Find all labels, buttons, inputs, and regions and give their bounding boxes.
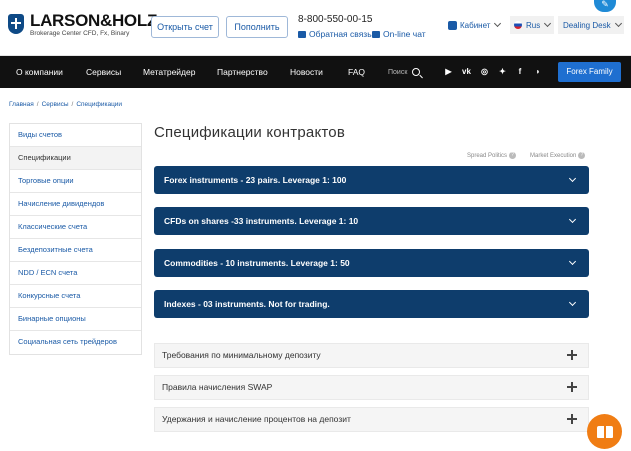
market-execution-link[interactable]: Market Execution ? — [530, 152, 586, 159]
accordion-title: Forex instruments - 23 pairs. Leverage 1… — [164, 175, 347, 185]
sidebar-item-binary-options[interactable]: Бинарные опционы — [10, 308, 141, 331]
brand-tagline: Brokerage Center CFD, Fx, Binary — [30, 30, 130, 37]
help-icon: ? — [578, 152, 586, 159]
search-input[interactable]: Поиск — [388, 56, 421, 88]
envelope-icon — [298, 30, 306, 38]
vk-icon[interactable]: vk — [461, 67, 472, 77]
search-icon[interactable] — [412, 68, 421, 76]
sidebar-item-classic-accounts[interactable]: Классические счета — [10, 216, 141, 239]
feedback-link[interactable]: Обратная связь — [298, 29, 372, 39]
sidebar-item-no-deposit-accounts[interactable]: Бездепозитные счета — [10, 239, 141, 262]
accordion-swap-rules[interactable]: Правила начисления SWAP — [154, 375, 589, 400]
sidebar-item-trading-options[interactable]: Торговые опции — [10, 170, 141, 193]
youtube-icon[interactable]: ▶ — [443, 67, 454, 77]
user-icon — [448, 20, 457, 30]
brand-name: LARSON&HOLZ — [30, 11, 158, 30]
chevron-down-icon — [494, 19, 502, 28]
breadcrumb-specifications[interactable]: Спецификации — [76, 101, 122, 108]
accordion-title: CFDs on shares -33 instruments. Leverage… — [164, 216, 359, 226]
chat-bubble-icon — [372, 30, 380, 38]
phone-number[interactable]: 8-800-550-00-15 — [298, 14, 373, 25]
sidebar-menu: Виды счетов Спецификации Торговые опции … — [9, 123, 142, 355]
accordion-commodities[interactable]: Commodities - 10 instruments. Leverage 1… — [154, 249, 589, 277]
nav-item-partnership[interactable]: Партнерство — [217, 56, 268, 88]
sidebar-item-ndd-ecn-accounts[interactable]: NDD / ECN счета — [10, 262, 141, 285]
nav-item-faq[interactable]: FAQ — [348, 56, 365, 88]
market-execution-label: Market Execution — [530, 152, 577, 159]
sidebar-item-account-types[interactable]: Виды счетов — [10, 124, 141, 147]
plus-icon — [567, 350, 577, 360]
chevron-down-icon — [568, 215, 577, 224]
feedback-label: Обратная связь — [309, 29, 372, 39]
accordion-title: Indexes - 03 instruments. Not for tradin… — [164, 299, 330, 309]
nav-item-services[interactable]: Сервисы — [86, 56, 121, 88]
dealing-desk-dropdown[interactable]: Dealing Desk — [558, 16, 624, 34]
help-icon: ? — [509, 152, 517, 159]
sidebar-item-dividends[interactable]: Начисление дивидендов — [10, 193, 141, 216]
chevron-down-icon — [544, 19, 552, 28]
nav-item-metatrader[interactable]: Метатрейдер — [143, 56, 195, 88]
cabinet-label: Кабинет — [460, 20, 491, 30]
sidebar-item-contest-accounts[interactable]: Конкурсные счета — [10, 285, 141, 308]
brand-logo[interactable]: LARSON&HOLZ Brokerage Center CFD, Fx, Bi… — [8, 12, 157, 38]
rss-icon[interactable]: ◗ — [533, 67, 543, 77]
accordion-title: Удержания и начисление процентов на депо… — [162, 414, 351, 424]
book-icon — [596, 425, 613, 438]
chevron-down-icon — [568, 257, 577, 266]
accordion-min-deposit[interactable]: Требования по минимальному депозиту — [154, 343, 589, 368]
twitter-icon[interactable]: ✦ — [497, 67, 508, 77]
chevron-down-icon — [568, 298, 577, 307]
forex-family-button[interactable]: Forex Family — [558, 62, 621, 82]
sidebar-item-social-network[interactable]: Социальная сеть трейдеров — [10, 331, 141, 354]
accordion-cfd-shares[interactable]: CFDs on shares -33 instruments. Leverage… — [154, 207, 589, 235]
accordion-indexes[interactable]: Indexes - 03 instruments. Not for tradin… — [154, 290, 589, 318]
breadcrumb-home[interactable]: Главная — [9, 101, 34, 108]
open-account-button[interactable]: Открыть счет — [151, 16, 219, 38]
pencil-icon[interactable]: ✎ — [594, 0, 616, 12]
chevron-down-icon — [568, 174, 577, 183]
accordion-forex-instruments[interactable]: Forex instruments - 23 pairs. Leverage 1… — [154, 166, 589, 194]
accordion-title: Правила начисления SWAP — [162, 382, 273, 392]
main-nav: О компании Сервисы Метатрейдер Партнерст… — [0, 56, 631, 88]
breadcrumb-services[interactable]: Сервисы — [42, 101, 69, 108]
spread-politics-link[interactable]: Spread Politics ? — [467, 152, 517, 159]
instagram-icon[interactable]: ◎ — [479, 67, 490, 77]
fund-account-button[interactable]: Пополнить — [226, 16, 288, 38]
plus-icon — [567, 382, 577, 392]
language-select[interactable]: Rus — [510, 16, 554, 34]
search-placeholder: Поиск — [388, 68, 408, 76]
accordion-title: Commodities - 10 instruments. Leverage 1… — [164, 258, 350, 268]
dealing-desk-label: Dealing Desk — [563, 20, 611, 30]
russia-flag-icon — [514, 21, 522, 29]
site-header: LARSON&HOLZ Brokerage Center CFD, Fx, Bi… — [0, 0, 631, 56]
nav-item-news[interactable]: Новости — [290, 56, 323, 88]
plus-icon — [567, 414, 577, 424]
chevron-down-icon — [614, 19, 622, 28]
accordion-deposit-interest[interactable]: Удержания и начисление процентов на депо… — [154, 407, 589, 432]
sidebar-item-specifications[interactable]: Спецификации — [10, 147, 141, 170]
page-title: Спецификации контрактов — [154, 124, 345, 141]
facebook-icon[interactable]: f — [515, 67, 525, 77]
spread-politics-label: Spread Politics — [467, 152, 508, 159]
accordion-title: Требования по минимальному депозиту — [162, 350, 321, 360]
online-chat-link[interactable]: On-line чат — [372, 29, 426, 39]
shield-cross-icon — [8, 14, 24, 34]
breadcrumb: Главная / Сервисы / Спецификации — [9, 101, 123, 108]
nav-item-about[interactable]: О компании — [16, 56, 63, 88]
guide-floating-button[interactable] — [587, 414, 622, 449]
language-label: Rus — [526, 20, 541, 30]
cabinet-dropdown[interactable]: Кабинет — [448, 18, 502, 32]
online-chat-label: On-line чат — [383, 29, 426, 39]
